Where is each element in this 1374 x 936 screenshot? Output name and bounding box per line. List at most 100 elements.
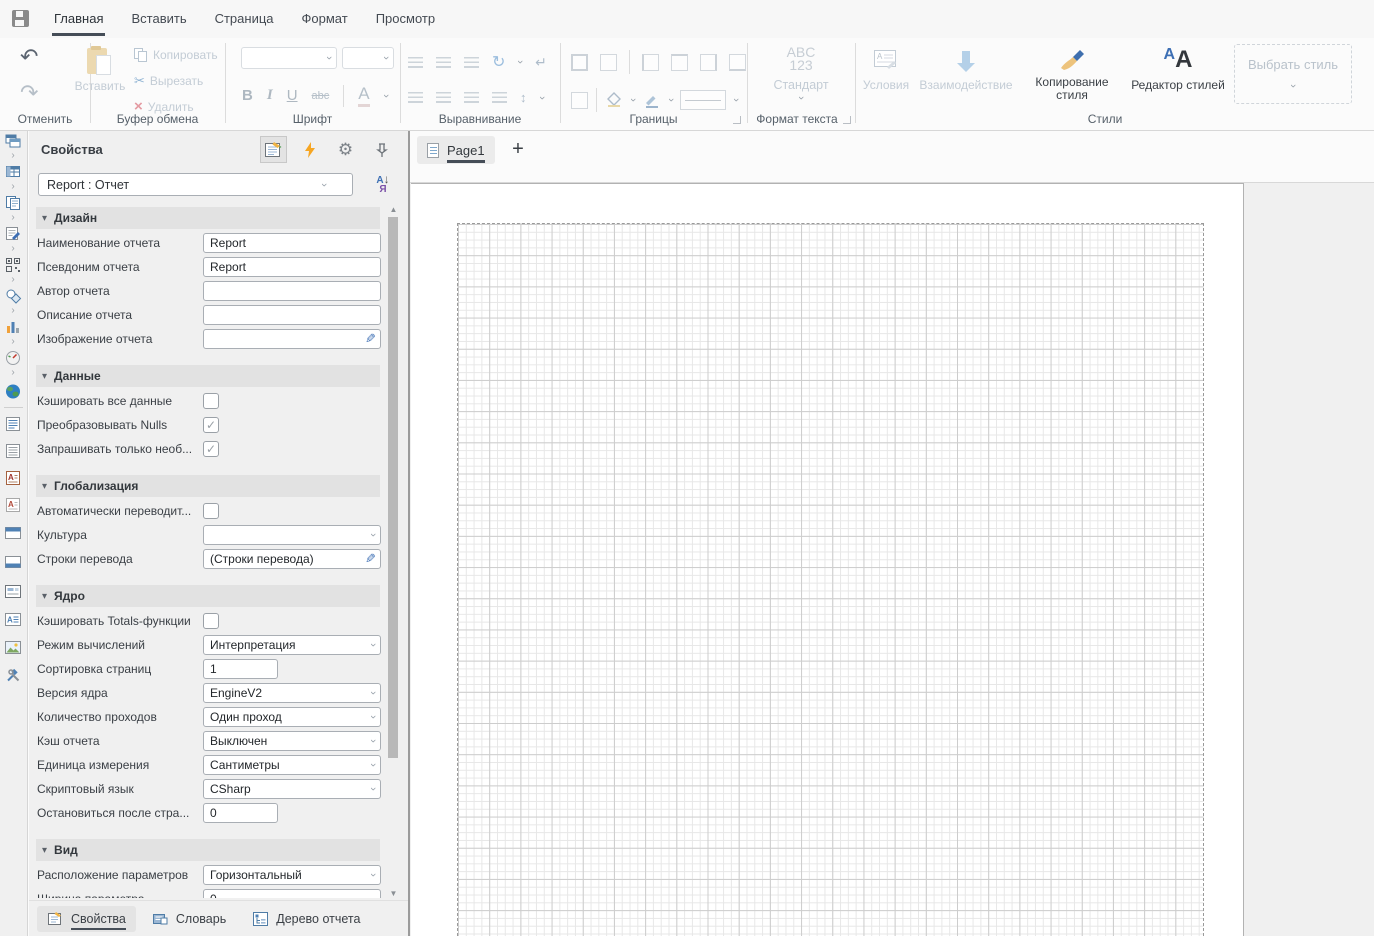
italic-button[interactable]: I [267,87,273,104]
toolbox-maps[interactable] [0,381,26,401]
strikeout-button[interactable]: abc [312,90,330,102]
toolbox-charts[interactable] [0,317,26,337]
toolbox-signatures[interactable] [0,224,26,244]
edit-pencil-icon[interactable]: ✎ [365,551,376,567]
toolbox-rich-text-b[interactable]: A [0,495,26,515]
word-wrap-icon[interactable]: ↵ [535,54,547,71]
pin-button[interactable] [368,136,395,163]
retrieve-only-checkbox[interactable] [203,441,219,457]
border-top-button[interactable] [671,54,688,71]
globalization-strings-input[interactable] [203,549,381,569]
report-unit-select[interactable]: Сантиметры› [203,755,381,775]
toolbox-text[interactable] [0,414,26,434]
select-style-button[interactable]: Выбрать стиль › [1234,44,1352,104]
cut-button[interactable]: ✂ Вырезать [134,73,203,89]
align-left-button[interactable] [408,92,423,103]
page-tab-page1[interactable]: Page1 [417,136,495,164]
align-justify-button[interactable] [492,92,507,103]
parameters-orientation-select[interactable]: Горизонтальный› [203,865,381,885]
scroll-up-icon[interactable]: ▲ [387,205,400,214]
toolbox-cross-bands[interactable] [0,162,26,182]
convert-nulls-checkbox[interactable] [203,417,219,433]
font-size-select[interactable]: › [342,47,394,69]
add-page-button[interactable]: + [505,136,531,164]
report-alias-input[interactable] [203,257,381,277]
events-button[interactable] [296,136,323,163]
toolbox-barcodes[interactable] [0,255,26,275]
parameter-width-input[interactable] [203,889,381,898]
paste-button[interactable]: Вставить [78,46,122,93]
toolbox-bands[interactable] [0,131,26,151]
underline-button[interactable]: U [287,87,298,104]
border-right-button[interactable] [700,54,717,71]
chevron-expand-icon[interactable]: › [0,244,26,255]
report-image-input[interactable] [203,329,381,349]
auto-localize-checkbox[interactable] [203,503,219,519]
settings-button[interactable]: ⚙ [332,136,359,163]
border-style-select[interactable] [680,90,726,110]
line-spacing-icon[interactable]: ↕ [520,90,527,105]
chevron-expand-icon[interactable]: › [0,182,26,193]
chevron-expand-icon[interactable]: › [0,151,26,162]
toolbox-tools[interactable] [0,665,26,685]
border-outline-button[interactable] [571,92,588,109]
border-all-button[interactable] [571,54,588,71]
sort-alphabetical-button[interactable]: А↓ Я [373,175,393,194]
chevron-expand-icon[interactable]: › [0,337,26,348]
object-selector[interactable]: Report : Отчет › [38,173,353,196]
save-button[interactable] [10,8,32,30]
toolbox-page-header-band[interactable] [0,523,26,543]
chevron-expand-icon[interactable]: › [0,213,26,224]
tab-home[interactable]: Главная [40,0,117,38]
stop-after-page-input[interactable] [203,803,278,823]
tab-insert[interactable]: Вставить [117,0,200,38]
footer-tab-report-tree[interactable]: Дерево отчета [242,906,370,932]
chevron-expand-icon[interactable]: › [0,368,26,379]
align-top-button[interactable] [408,57,423,68]
culture-select[interactable]: › [203,525,381,545]
interaction-button[interactable]: Взаимодействие [916,48,1016,92]
engine-version-select[interactable]: EngineV2› [203,683,381,703]
align-bottom-button[interactable] [464,57,479,68]
font-color-button[interactable]: A [358,84,369,107]
chevron-expand-icon[interactable]: › [0,275,26,286]
toolbox-page-footer-band[interactable] [0,552,26,572]
properties-scrollbar[interactable]: ▲ ▼ [387,205,400,898]
border-none-button[interactable] [600,54,617,71]
border-left-button[interactable] [642,54,659,71]
report-name-input[interactable] [203,233,381,253]
report-author-input[interactable] [203,281,381,301]
toolbox-text-annotation[interactable]: A [0,609,26,629]
section-design[interactable]: ▾ Дизайн [36,207,380,229]
tab-page[interactable]: Страница [201,0,288,38]
toolbox-shapes[interactable] [0,286,26,306]
border-color-icon[interactable] [643,91,661,109]
toolbox-gauges[interactable] [0,348,26,368]
textformat-dialog-launcher-icon[interactable] [843,116,851,124]
section-globalization[interactable]: ▾ Глобализация [36,475,380,497]
redo-button[interactable]: ↷ [20,80,38,106]
scrollbar-thumb[interactable] [388,217,398,758]
page-design-grid[interactable] [457,223,1204,936]
cache-totals-checkbox[interactable] [203,613,219,629]
borders-dialog-launcher-icon[interactable] [733,116,741,124]
footer-tab-properties[interactable]: Свойства [37,906,136,932]
report-page[interactable] [411,183,1244,936]
fill-color-icon[interactable] [605,91,623,109]
scroll-down-icon[interactable]: ▼ [387,889,400,898]
number-of-passes-select[interactable]: Один проход› [203,707,381,727]
cache-all-data-checkbox[interactable] [203,393,219,409]
report-description-input[interactable] [203,305,381,325]
text-format-button[interactable]: ABC 123 Стандарт › [763,46,839,104]
align-center-button[interactable] [436,92,451,103]
align-right-button[interactable] [464,92,479,103]
section-data[interactable]: ▾ Данные [36,365,380,387]
tab-preview[interactable]: Просмотр [362,0,449,38]
font-name-select[interactable]: › [241,47,337,69]
chevron-expand-icon[interactable]: › [0,306,26,317]
edit-pencil-icon[interactable]: ✎ [365,331,376,347]
border-bottom-button[interactable] [729,54,746,71]
section-engine[interactable]: ▾ Ядро [36,585,380,607]
toolbox-image[interactable] [0,637,26,657]
copy-button[interactable]: Копировать [134,48,218,62]
